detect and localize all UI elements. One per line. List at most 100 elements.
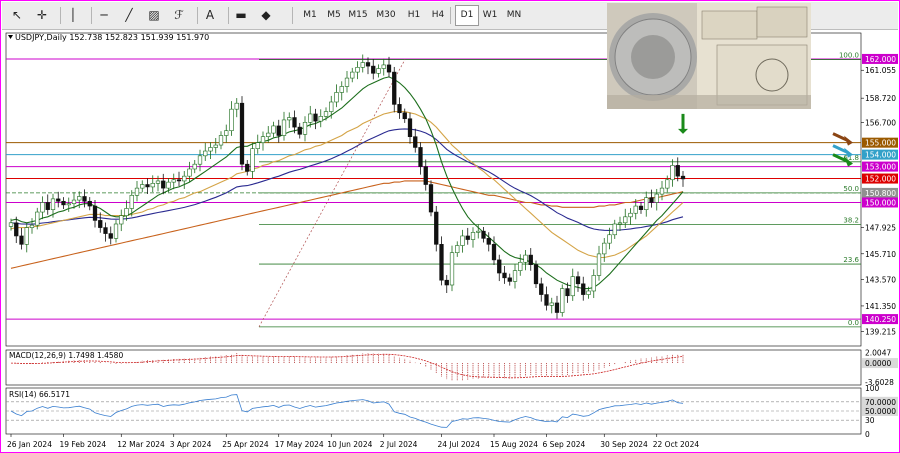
crosshair-icon[interactable]: ✛ — [33, 6, 51, 25]
candle-body — [224, 130, 229, 136]
candle-body — [87, 200, 92, 207]
candle-body — [8, 222, 14, 227]
trendline-icon[interactable]: ╱ — [120, 6, 138, 25]
rsi-axis-label: 100 — [865, 384, 880, 393]
candle-body — [654, 193, 659, 203]
candle-body — [675, 165, 680, 177]
candle-body — [539, 283, 544, 295]
candle-body — [187, 168, 192, 177]
date-axis-label: 6 Sep 2024 — [543, 440, 586, 449]
candle-body — [665, 179, 670, 189]
candle-body — [497, 259, 502, 274]
cursor-icon[interactable]: ↖ — [8, 6, 26, 25]
candle-body — [292, 117, 297, 128]
candle-body — [392, 71, 397, 105]
date-axis-label: 30 Sep 2024 — [600, 440, 648, 449]
candle-body — [281, 119, 287, 136]
label-icon[interactable]: ▬ — [232, 6, 250, 25]
candle-body — [129, 194, 134, 209]
candle-body — [355, 67, 360, 73]
timeframe-m30-button[interactable]: M30 — [375, 6, 397, 25]
chart-header: USDJPY,Daily 152.738 152.823 151.939 151… — [15, 33, 209, 42]
date-axis-label: 17 May 2024 — [275, 440, 324, 449]
candle-body — [575, 276, 581, 285]
candle-body — [260, 136, 266, 143]
candle-body — [218, 135, 224, 146]
fib-level-label: 100.0 — [839, 52, 859, 60]
candle-body — [633, 205, 638, 214]
candle-body — [113, 223, 119, 239]
candle-body — [502, 272, 507, 279]
candle-body — [523, 254, 528, 263]
candle-body — [14, 222, 19, 237]
candle-body — [596, 253, 602, 276]
candle-body — [644, 197, 649, 210]
candle-body — [549, 302, 554, 306]
date-axis-label: 24 Jul 2024 — [438, 440, 481, 449]
currency-photo — [607, 3, 811, 109]
date-axis-label: 19 Feb 2024 — [60, 440, 107, 449]
candle-body — [287, 117, 292, 121]
candle-body — [512, 270, 518, 282]
candle-body — [528, 254, 533, 265]
candle-body — [617, 222, 623, 225]
timeframe-m1-button[interactable]: M1 — [299, 6, 321, 25]
vertical-line-icon[interactable]: │ — [64, 6, 82, 25]
candle-body — [234, 102, 239, 110]
candle-body — [271, 125, 276, 134]
macd-panel — [5, 349, 862, 386]
candle-body — [124, 208, 129, 216]
candle-body — [397, 104, 402, 114]
candle-body — [19, 235, 24, 245]
candle-body — [161, 180, 166, 189]
candle-body — [344, 77, 350, 87]
candle-body — [166, 181, 171, 189]
candle-body — [119, 215, 124, 225]
candle-body — [45, 202, 50, 210]
macd-axis-label: 0.0000 — [865, 359, 891, 368]
date-axis-label: 25 Apr 2024 — [222, 440, 269, 449]
timeframe-mn-button[interactable]: MN — [503, 6, 525, 25]
candle-body — [628, 212, 633, 218]
candle-body — [155, 180, 161, 184]
candle-body — [350, 71, 355, 79]
candle-body — [208, 147, 213, 152]
rsi-axis-label: 50.0000 — [865, 407, 896, 416]
timeframe-h1-button[interactable]: H1 — [403, 6, 425, 25]
candle-body — [481, 230, 486, 239]
date-axis-label: 3 Apr 2024 — [170, 440, 212, 449]
rsi-label: RSI(14) 66.5171 — [9, 390, 70, 399]
timeframe-m5-button[interactable]: M5 — [323, 6, 345, 25]
rsi-axis-label: 30 — [865, 416, 875, 425]
timeframe-d1-button[interactable]: D1 — [455, 5, 479, 26]
toolbar-separator — [450, 7, 451, 24]
candle-body — [245, 163, 250, 172]
candle-body — [213, 144, 218, 148]
channel-icon[interactable]: ▨ — [145, 6, 163, 25]
rsi-axis-label: 70.0000 — [865, 398, 896, 407]
price-axis-label: 153.000 — [865, 163, 896, 172]
timeframe-h4-button[interactable]: H4 — [427, 6, 449, 25]
shapes-icon[interactable]: ◆ — [257, 6, 275, 25]
candle-body — [29, 224, 35, 228]
candle-body — [413, 136, 418, 148]
price-axis-label: 150.000 — [865, 198, 896, 207]
timeframe-w1-button[interactable]: W1 — [479, 6, 501, 25]
candle-body — [56, 198, 61, 202]
candle-body — [670, 165, 675, 181]
candle-body — [570, 276, 575, 297]
date-axis-label: 26 Jan 2024 — [7, 440, 52, 449]
candle-body — [50, 198, 56, 210]
candle-body — [586, 290, 591, 295]
candle-body — [297, 126, 302, 135]
fibonacci-icon[interactable]: ℱ — [170, 6, 188, 25]
timeframe-m15-button[interactable]: M15 — [347, 6, 369, 25]
candle-body — [35, 211, 40, 226]
candle-body — [649, 197, 654, 203]
text-icon[interactable]: A — [201, 6, 219, 25]
fib-level-label: 38.2 — [843, 217, 859, 225]
fib-level-label: 50.0 — [843, 185, 859, 193]
date-axis-label: 15 Aug 2024 — [490, 440, 538, 449]
candle-body — [476, 230, 481, 233]
horizontal-line-icon[interactable]: ─ — [95, 6, 113, 25]
